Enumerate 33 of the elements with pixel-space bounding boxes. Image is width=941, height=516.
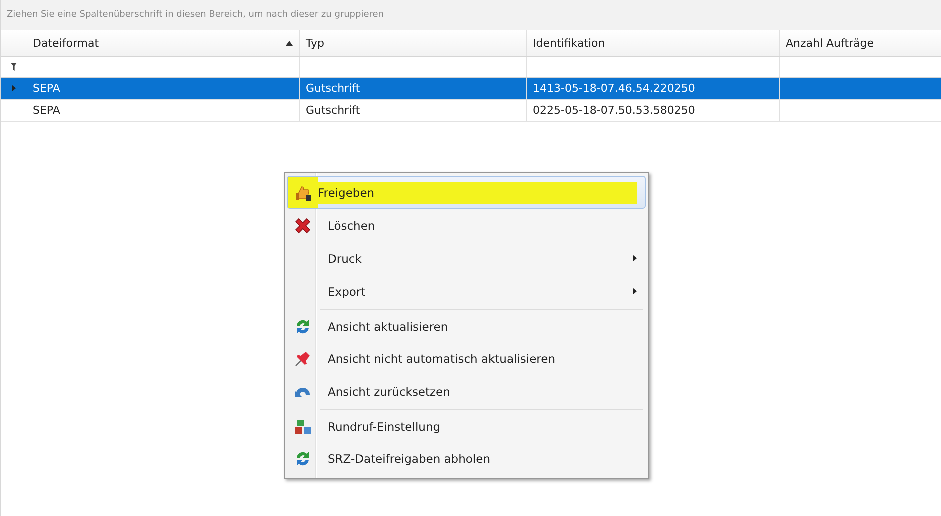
refresh-icon: [294, 318, 312, 336]
table-cell: 1413-05-18-07.46.54.220250: [533, 82, 696, 95]
submenu-arrow-icon: [633, 288, 637, 295]
group-panel-hint: Ziehen Sie eine Spaltenüberschrift in diesen Bereich, um nach dieser zu gruppieren: [7, 10, 384, 20]
menu-item[interactable]: Rundruf-Einstellung: [287, 408, 646, 442]
pushpin-icon: [294, 350, 312, 368]
table-cell: Gutschrift: [306, 104, 360, 117]
column-header[interactable]: Anzahl Aufträge: [780, 30, 941, 56]
table-row[interactable]: SEPA Gutschrift 1413-05-18-07.46.54.220250: [1, 78, 941, 100]
menu-item[interactable]: Ansicht zurücksetzen: [287, 375, 646, 408]
menu-item[interactable]: Ansicht aktualisieren: [287, 308, 646, 342]
menu-item[interactable]: Druck: [287, 242, 646, 275]
sort-ascending-icon: [286, 40, 293, 46]
thumbs-up-icon: [294, 184, 312, 202]
current-row-icon: [12, 85, 16, 92]
table-cell: SEPA: [33, 82, 60, 95]
submenu-arrow-icon: [633, 255, 637, 262]
menu-item[interactable]: Ansicht nicht automatisch aktualisieren: [287, 342, 646, 375]
filter-icon[interactable]: [11, 63, 17, 71]
column-header[interactable]: Identifikation: [527, 30, 780, 56]
menu-item[interactable]: Freigeben: [287, 176, 646, 209]
refresh-icon: [294, 450, 312, 468]
column-header[interactable]: Typ: [300, 30, 527, 56]
table-cell: Gutschrift: [306, 82, 360, 95]
table-cell: 0225-05-18-07.50.53.580250: [533, 104, 696, 117]
menu-item[interactable]: Löschen: [287, 209, 646, 242]
table-row[interactable]: SEPA Gutschrift 0225-05-18-07.50.53.580250: [1, 100, 941, 122]
settings-icon: [294, 418, 312, 436]
menu-item[interactable]: SRZ-Dateifreigaben abholen: [287, 442, 646, 475]
delete-icon: [294, 216, 312, 234]
column-header[interactable]: Dateiformat: [27, 30, 300, 56]
table-cell: SEPA: [33, 104, 60, 117]
menu-item[interactable]: Export: [287, 275, 646, 308]
